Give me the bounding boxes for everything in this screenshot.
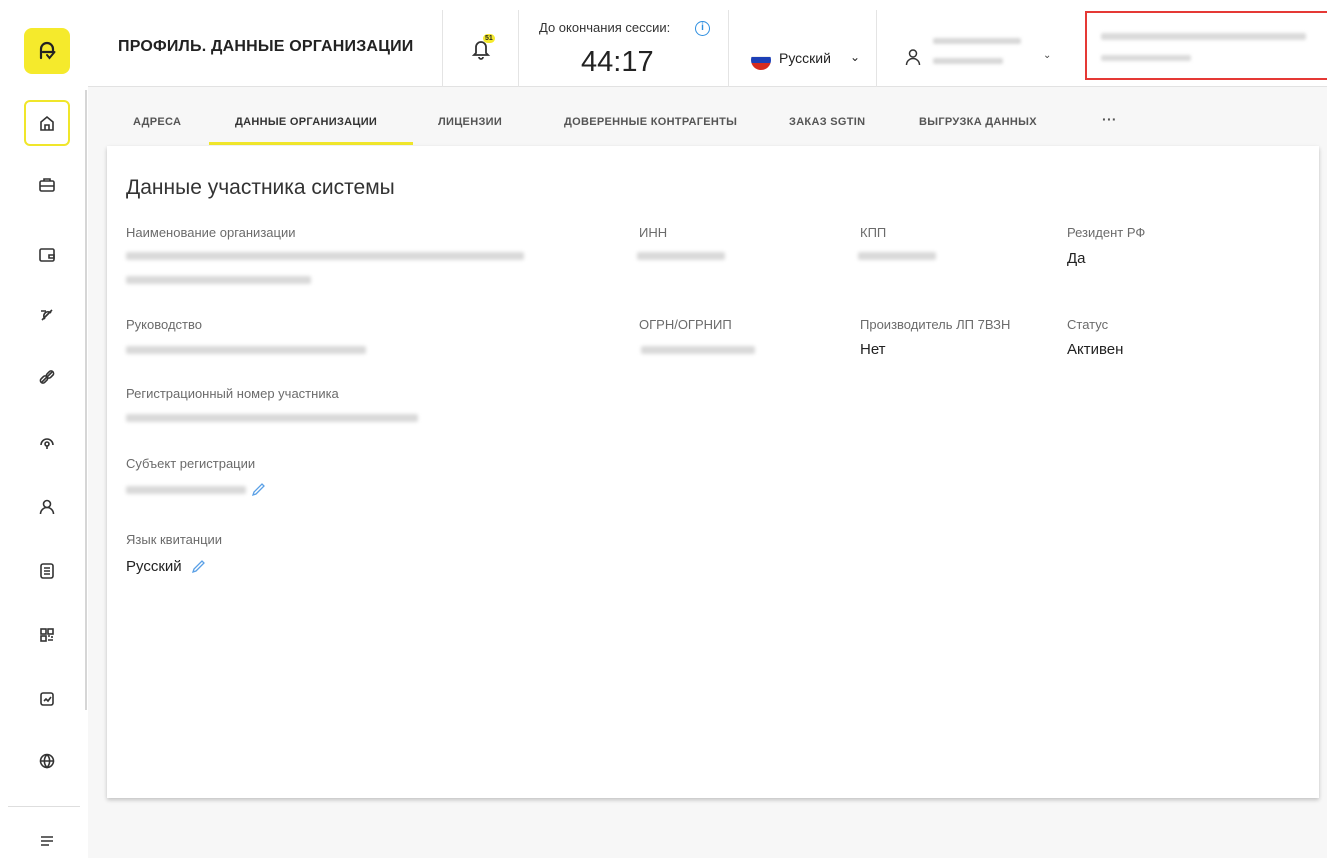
sidebar-item-global[interactable] [24,738,70,784]
user-icon [39,499,55,515]
session-timer-panel: До окончания сессии: i 44:17 [518,10,728,87]
sidebar-item-qr[interactable] [24,612,70,658]
edit-pencil-icon[interactable] [191,559,206,574]
user-menu[interactable]: ⌄ [876,10,1080,87]
link-icon [39,370,55,384]
document-list-icon [40,563,54,579]
reg-number-label: Регистрационный номер участника [126,386,339,401]
tab-data-export[interactable]: ВЫГРУЗКА ДАННЫХ [919,116,1037,128]
sidebar-divider [85,90,87,710]
status-value: Активен [1067,341,1124,358]
org-name-value-redacted-2 [126,276,311,284]
info-icon[interactable]: i [695,21,710,36]
edit-pencil-icon[interactable] [251,482,266,497]
sidebar-item-business[interactable] [24,162,70,208]
org-name-value-redacted [126,252,524,260]
notifications-button[interactable]: 51 [442,10,518,87]
management-label: Руководство [126,317,202,332]
kpp-label: КПП [860,225,887,240]
sidebar-item-medicines[interactable] [24,292,70,338]
sidebar-separator [8,806,80,807]
organization-panel[interactable] [1085,11,1327,80]
sidebar-item-links[interactable] [24,354,70,400]
tab-trusted-counterparties[interactable]: ДОВЕРЕННЫЕ КОНТРАГЕНТЫ [564,116,737,128]
status-label: Статус [1067,317,1109,332]
tab-bar: АДРЕСА ДАННЫЕ ОРГАНИЗАЦИИ ЛИЦЕНЗИИ ДОВЕР… [107,98,1319,146]
card-title: Данные участника системы [126,176,395,199]
menu-icon [41,836,53,846]
kpp-value-redacted [858,252,936,260]
language-label: Русский [779,50,831,66]
sidebar-item-reports[interactable] [24,676,70,722]
reg-subject-value-redacted [126,486,246,494]
session-timer: 44:17 [581,46,654,78]
briefcase-icon [39,178,55,192]
sidebar-item-scan[interactable] [24,420,70,466]
manufacturer-value: Нет [860,341,886,358]
sidebar-menu-toggle[interactable] [24,818,70,858]
qr-code-icon [40,628,54,642]
home-icon [40,115,54,131]
russia-flag-icon [751,50,771,70]
more-tabs-button[interactable]: ··· [1102,111,1117,127]
inn-label: ИНН [639,225,668,240]
tab-licenses[interactable]: ЛИЦЕНЗИИ [438,116,502,128]
manufacturer-label: Производитель ЛП 7ВЗН [860,317,1011,332]
session-label: До окончания сессии: [539,20,671,35]
org-name-label: Наименование организации [126,225,296,240]
ogrn-value-redacted [641,346,755,354]
language-selector[interactable]: Русский ⌄ [728,10,876,87]
notifications-badge: 51 [483,34,495,43]
resident-label: Резидент РФ [1067,225,1146,240]
pill-icon [41,309,53,321]
chevron-down-icon: ⌄ [1043,50,1052,61]
page-title: ПРОФИЛЬ. ДАННЫЕ ОРГАНИЗАЦИИ [118,38,414,55]
top-header: ПРОФИЛЬ. ДАННЫЕ ОРГАНИЗАЦИИ 51 До оконча… [88,0,1327,87]
sidebar [0,0,88,858]
management-value-redacted [126,346,366,354]
scan-icon [40,438,54,449]
user-role-redacted [933,58,1003,64]
chevron-down-icon: ⌄ [850,50,861,64]
sidebar-item-users[interactable] [24,484,70,530]
sidebar-item-wallet[interactable] [24,232,70,278]
sidebar-item-home[interactable] [24,100,70,146]
reg-number-value-redacted [126,414,418,422]
logo[interactable] [24,28,70,74]
user-icon [905,49,921,66]
org-name-redacted [1101,33,1306,40]
tab-organization-data[interactable]: ДАННЫЕ ОРГАНИЗАЦИИ [235,116,377,128]
logo-icon [39,41,56,60]
active-tab-indicator [209,142,413,145]
inn-value-redacted [637,252,725,260]
reg-subject-label: Субъект регистрации [126,456,256,471]
participant-data-card: Данные участника системы Наименование ор… [107,146,1319,798]
chart-icon [40,692,54,706]
tab-sgtin-order[interactable]: ЗАКАЗ SGTIN [789,116,865,128]
receipt-language-label: Язык квитанции [126,532,223,547]
wallet-icon [39,248,55,262]
ogrn-label: ОГРН/ОГРНИП [639,317,732,332]
sidebar-item-documents[interactable] [24,548,70,594]
resident-value: Да [1067,250,1086,267]
globe-icon [39,753,55,769]
tab-addresses[interactable]: АДРЕСА [133,116,181,128]
org-id-redacted [1101,55,1191,61]
receipt-language-value: Русский [126,558,182,575]
user-name-redacted [933,38,1021,44]
